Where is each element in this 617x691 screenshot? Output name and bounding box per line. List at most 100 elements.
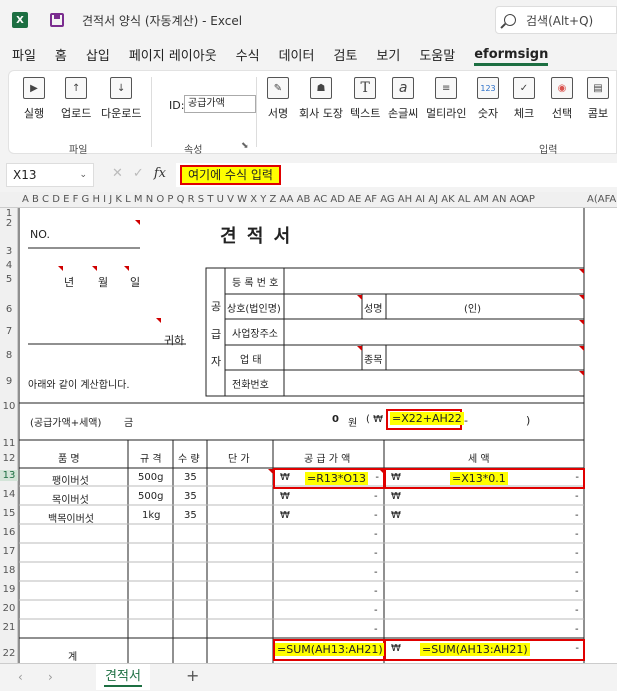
tab-home[interactable]: 홈 [55, 40, 67, 68]
column-ap: AP [522, 194, 535, 205]
worksheet[interactable]: NO. 견 적 서 년 월 일 귀하 아래와 같이 계산합니다. 공 급 자 등… [18, 208, 617, 663]
dash: - [575, 491, 579, 502]
supply-formula-cell[interactable]: ₩ =R13*O13 - [273, 468, 385, 489]
save-icon[interactable] [50, 13, 64, 27]
row-number[interactable]: 3 [0, 246, 18, 257]
upload-label: 업로드 [61, 107, 92, 120]
row-number[interactable]: 12 [0, 453, 18, 464]
phone-label: 전화번호 [232, 380, 269, 391]
amount-word: 금 [124, 418, 134, 429]
download-button[interactable]: ↓ 다운로드 [101, 77, 141, 121]
dash: - [575, 605, 579, 616]
formula-input[interactable]: 여기에 수식 입력 [176, 163, 617, 187]
year-label: 년 [64, 276, 75, 289]
chevron-left-icon[interactable]: ‹ [18, 670, 23, 684]
window-title: 견적서 양식 (자동계산) - Excel [82, 13, 243, 28]
company-seal-button[interactable]: ☗ 회사 도장 [299, 77, 343, 121]
number-button[interactable]: 123 숫자 [477, 77, 499, 121]
row-number[interactable]: 18 [0, 565, 18, 576]
row-number[interactable]: 2 [0, 218, 18, 229]
cancel-icon[interactable]: ✕ [112, 166, 123, 181]
tax-formula-cell[interactable]: ₩ =X13*0.1 - [384, 468, 585, 489]
text-icon: T [354, 77, 377, 99]
search-box[interactable]: 검색(Alt+Q) [495, 6, 617, 34]
won-sign: ₩ [391, 643, 401, 654]
multiline-button[interactable]: ≡ 멀티라인 [426, 77, 466, 121]
comment-marker [357, 346, 362, 351]
number-icon: 123 [477, 77, 499, 99]
dash: - [374, 491, 378, 502]
comment-marker [135, 220, 140, 225]
run-button[interactable]: ▶ 실행 [23, 77, 45, 121]
add-sheet-icon[interactable]: + [186, 666, 199, 685]
sheet-tab-quote[interactable]: 견적서 [96, 664, 150, 690]
tab-file[interactable]: 파일 [12, 40, 36, 68]
supplier-side-3: 자 [211, 355, 222, 368]
row-number[interactable]: 17 [0, 546, 18, 557]
row-number[interactable]: 20 [0, 603, 18, 614]
tab-help[interactable]: 도움말 [419, 40, 455, 68]
recipient-label: 귀하 [164, 334, 185, 347]
handwriting-button[interactable]: a 손글씨 [388, 77, 418, 121]
dash: - [575, 529, 579, 540]
dash: - [374, 510, 378, 521]
row-number[interactable]: 7 [0, 326, 18, 337]
tab-insert[interactable]: 삽입 [86, 40, 110, 68]
row-number[interactable]: 22 [0, 648, 18, 659]
upload-button[interactable]: ↑ 업로드 [61, 77, 91, 121]
row-number[interactable]: 9 [0, 376, 18, 387]
signature-button[interactable]: ✎ 서명 [267, 77, 289, 121]
row-number[interactable]: 5 [0, 274, 18, 285]
tab-page-layout[interactable]: 페이지 레이아웃 [129, 40, 217, 68]
id-input[interactable]: 공급가액 [184, 95, 256, 113]
chevron-right-icon[interactable]: › [48, 670, 53, 684]
row-number[interactable]: 14 [0, 489, 18, 500]
item-qty: 35 [184, 510, 197, 521]
row-number[interactable]: 4 [0, 260, 18, 271]
row-number[interactable]: 11 [0, 438, 18, 449]
tab-eformsign[interactable]: eformsign [474, 40, 549, 68]
name-box[interactable]: X13 ⌄ [6, 163, 94, 187]
dialog-launcher-icon[interactable]: ⬊ [241, 141, 249, 151]
cell-reference: X13 [13, 168, 37, 182]
row-headers: 1 2 3 4 5 6 7 8 9 10 11 12 13 14 15 16 17 18 19 20 21 22 [0, 208, 18, 663]
row-number[interactable]: 15 [0, 508, 18, 519]
supplier-side-1: 공 [211, 300, 222, 313]
tab-review[interactable]: 검토 [333, 40, 357, 68]
header-item-name: 품 명 [58, 454, 80, 465]
combo-button[interactable]: ▤ 콤보 [587, 77, 609, 121]
won-label: 원 [348, 418, 358, 429]
tab-data[interactable]: 데이터 [279, 40, 315, 68]
row-number[interactable]: 19 [0, 584, 18, 595]
sheet-tab-bar: ‹ › 견적서 + [0, 663, 617, 691]
total-formula-cell[interactable]: =X22+AH22 [386, 409, 464, 430]
row-number[interactable]: 6 [0, 304, 18, 315]
dash: - [575, 510, 579, 521]
text-button[interactable]: T 텍스트 [350, 77, 380, 121]
chevron-down-icon[interactable]: ⌄ [79, 164, 87, 186]
select-button[interactable]: ◉ 선택 [551, 77, 573, 121]
row-number[interactable]: 16 [0, 527, 18, 538]
download-icon: ↓ [110, 77, 133, 99]
item-spec: 500g [138, 491, 164, 502]
tab-view[interactable]: 보기 [376, 40, 400, 68]
file-group-label: 파일 [69, 145, 88, 156]
row-number[interactable]: 8 [0, 350, 18, 361]
row-number[interactable]: 10 [0, 401, 18, 412]
sum-tax-cell[interactable]: ₩ =SUM(AH13:AH21) - [384, 639, 585, 661]
excel-logo-icon: X [12, 12, 28, 28]
tab-formulas[interactable]: 수식 [236, 40, 260, 68]
confirm-icon[interactable]: ✓ [133, 166, 144, 181]
handwriting-label: 손글씨 [388, 107, 419, 120]
dash: - [375, 472, 379, 483]
registration-number-label: 등 록 번 호 [232, 278, 279, 289]
comment-marker [156, 318, 161, 323]
dash: - [374, 529, 378, 540]
check-button[interactable]: ✓ 체크 [513, 77, 535, 121]
row-number[interactable]: 21 [0, 622, 18, 633]
input-group-label: 입력 [539, 145, 558, 156]
insert-function-icon[interactable]: fx [154, 166, 166, 181]
sum-supply-cell[interactable]: =SUM(AH13:AH21) [273, 639, 385, 661]
won-sign: ₩ [280, 491, 290, 502]
row-number[interactable]: 13 [0, 470, 18, 481]
